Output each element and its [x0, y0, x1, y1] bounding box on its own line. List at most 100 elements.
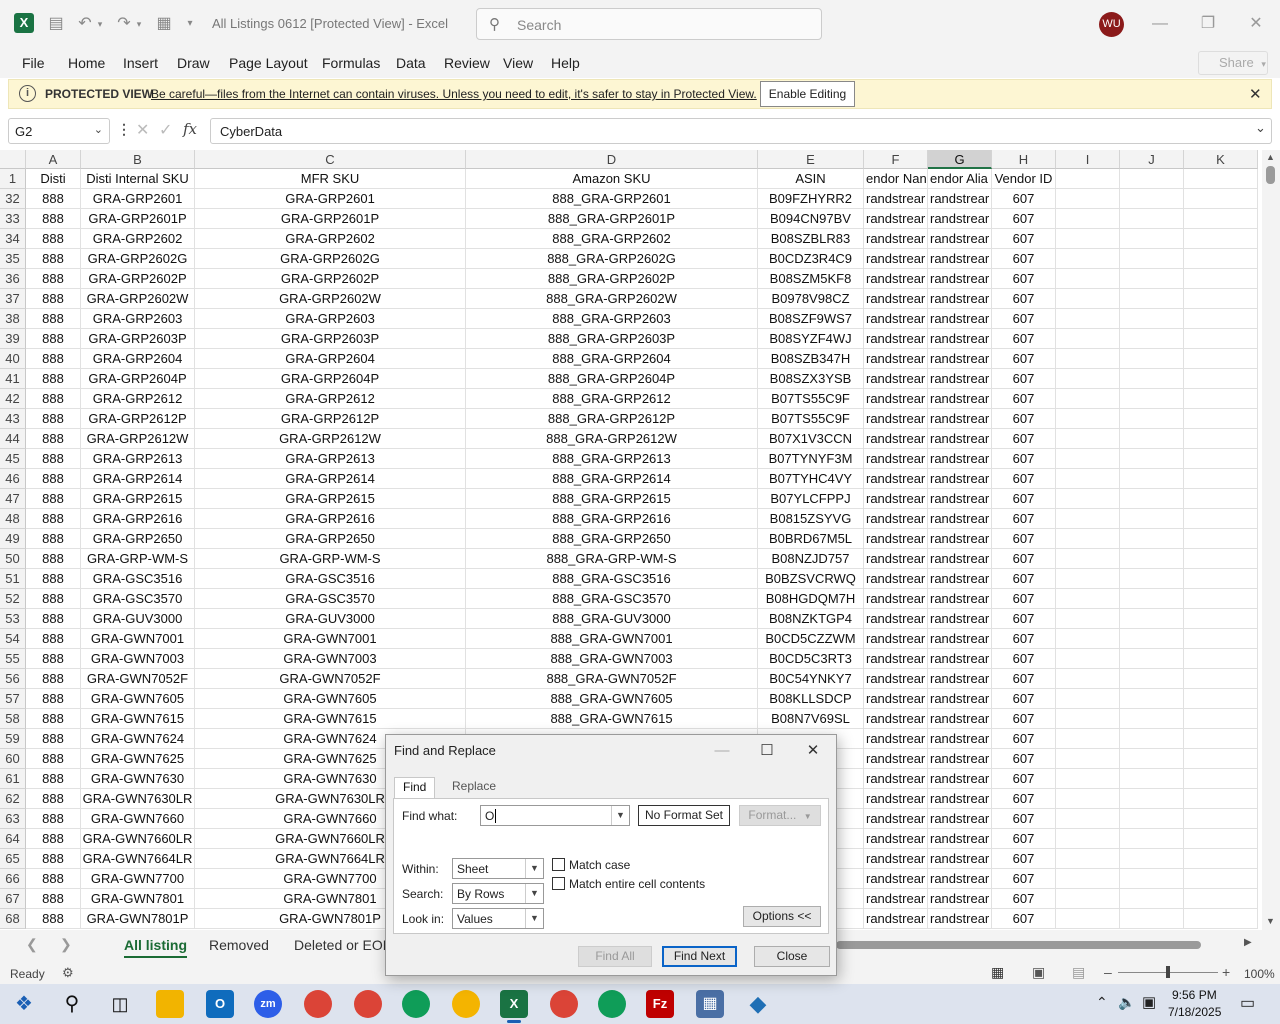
cell[interactable]: Vendor ID [992, 169, 1056, 189]
match-case-checkbox[interactable] [552, 858, 565, 871]
cell[interactable] [1120, 449, 1184, 469]
cell[interactable]: randstrear [864, 549, 928, 569]
clock-date[interactable]: 7/18/2025 [1168, 1005, 1221, 1019]
cell[interactable]: 607 [992, 249, 1056, 269]
cell[interactable]: randstrear [864, 249, 928, 269]
cell[interactable]: GRA-GSC3516 [81, 569, 195, 589]
cell[interactable]: randstrear [864, 689, 928, 709]
cell[interactable]: GRA-GWN7664LR [81, 849, 195, 869]
cell[interactable] [1120, 469, 1184, 489]
tab-help[interactable]: Help [551, 55, 580, 71]
cell[interactable]: randstrear [928, 489, 992, 509]
cell[interactable]: 607 [992, 809, 1056, 829]
cell[interactable]: GRA-GRP2612 [195, 389, 466, 409]
cell[interactable]: randstrear [864, 749, 928, 769]
normal-view-icon[interactable]: ▦ [991, 964, 1004, 981]
row-header[interactable]: 64 [0, 829, 26, 849]
cell[interactable]: GRA-GSC3570 [195, 589, 466, 609]
cell[interactable] [1184, 329, 1258, 349]
cell[interactable]: 888 [26, 589, 81, 609]
cell[interactable]: B07YLCFPPJ [758, 489, 864, 509]
cell[interactable] [1120, 269, 1184, 289]
cell[interactable]: 888 [26, 809, 81, 829]
cell[interactable]: 607 [992, 389, 1056, 409]
cell[interactable]: randstrear [928, 729, 992, 749]
row-header[interactable]: 65 [0, 849, 26, 869]
cell[interactable]: 607 [992, 489, 1056, 509]
match-entire-cell-label[interactable]: Match entire cell contents [569, 877, 705, 891]
cell[interactable] [1120, 209, 1184, 229]
volume-icon[interactable]: 🔈 [1118, 994, 1135, 1011]
cell[interactable] [1056, 649, 1120, 669]
tab-replace[interactable]: Replace [444, 777, 504, 795]
cell[interactable]: randstrear [864, 809, 928, 829]
row-header[interactable]: 46 [0, 469, 26, 489]
cell[interactable]: randstrear [864, 509, 928, 529]
find-what-input[interactable]: O ▼ [480, 805, 630, 826]
cell[interactable]: randstrear [928, 209, 992, 229]
cell[interactable] [1120, 429, 1184, 449]
cell[interactable] [1184, 209, 1258, 229]
cell[interactable]: randstrear [928, 829, 992, 849]
scroll-right-icon[interactable]: ▶ [1244, 937, 1252, 948]
insert-function-icon[interactable]: fx [183, 120, 197, 138]
row-header[interactable]: 66 [0, 869, 26, 889]
cell[interactable]: 888 [26, 649, 81, 669]
cell[interactable]: GRA-GWN7615 [81, 709, 195, 729]
cell[interactable]: randstrear [928, 509, 992, 529]
cell[interactable] [1120, 609, 1184, 629]
cell[interactable] [1120, 329, 1184, 349]
cell[interactable] [1056, 769, 1120, 789]
cell[interactable]: randstrear [864, 209, 928, 229]
cell[interactable]: GRA-GRP2602W [81, 289, 195, 309]
undo-dropdown-icon[interactable]: ▾ [95, 13, 105, 35]
row-header[interactable]: 61 [0, 769, 26, 789]
clock-time[interactable]: 9:56 PM [1172, 988, 1217, 1002]
zoom-out-icon[interactable]: – [1104, 964, 1112, 980]
cell[interactable]: randstrear [928, 389, 992, 409]
cell[interactable]: GRA-GRP2616 [195, 509, 466, 529]
chrome-profile-6-icon[interactable] [598, 990, 626, 1018]
cell[interactable]: MFR SKU [195, 169, 466, 189]
cell[interactable] [1184, 809, 1258, 829]
cell[interactable]: GRA-GRP2615 [195, 489, 466, 509]
row-header[interactable]: 47 [0, 489, 26, 509]
notifications-icon[interactable]: ▭ [1240, 993, 1255, 1013]
cell[interactable]: randstrear [864, 329, 928, 349]
cell[interactable] [1184, 189, 1258, 209]
cell[interactable]: B0CDZ3R4C9 [758, 249, 864, 269]
tab-file[interactable]: File [22, 55, 45, 71]
cell[interactable]: GRA-GWN7801 [81, 889, 195, 909]
cell[interactable]: GRA-GRP-WM-S [195, 549, 466, 569]
cell[interactable]: 888 [26, 369, 81, 389]
row-header[interactable]: 1 [0, 169, 26, 189]
row-header[interactable]: 60 [0, 749, 26, 769]
cell[interactable]: 888 [26, 629, 81, 649]
cell[interactable]: 888 [26, 469, 81, 489]
cell[interactable]: GRA-GWN7660 [81, 809, 195, 829]
restore-icon[interactable]: ❐ [1196, 12, 1220, 36]
cell[interactable] [1056, 389, 1120, 409]
chrome-profile-5-icon[interactable] [550, 990, 578, 1018]
cell[interactable]: 607 [992, 549, 1056, 569]
cell[interactable] [1120, 769, 1184, 789]
cell[interactable]: 888_GRA-GRP2613 [466, 449, 758, 469]
cell[interactable]: 607 [992, 609, 1056, 629]
cell[interactable]: B08SZM5KF8 [758, 269, 864, 289]
cell[interactable]: randstrear [864, 829, 928, 849]
look-in-dropdown-icon[interactable]: ▼ [525, 909, 543, 928]
cell[interactable]: 888_GRA-GRP2612 [466, 389, 758, 409]
cell[interactable] [1184, 389, 1258, 409]
cell[interactable] [1056, 749, 1120, 769]
cell[interactable] [1184, 689, 1258, 709]
cell[interactable] [1056, 549, 1120, 569]
cell[interactable]: randstrear [864, 569, 928, 589]
cell[interactable]: GRA-GRP2601P [81, 209, 195, 229]
cell[interactable] [1056, 849, 1120, 869]
cell[interactable] [1184, 669, 1258, 689]
cell[interactable] [1056, 529, 1120, 549]
cell[interactable]: 888_GRA-GRP2612W [466, 429, 758, 449]
row-header[interactable]: 50 [0, 549, 26, 569]
cell[interactable]: 888 [26, 769, 81, 789]
cell[interactable] [1184, 909, 1258, 929]
